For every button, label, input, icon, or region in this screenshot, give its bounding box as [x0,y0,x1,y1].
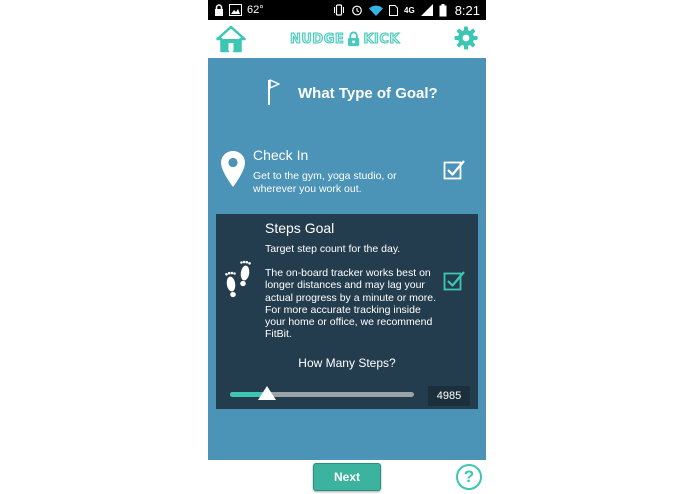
sim-icon [389,4,399,16]
help-button[interactable]: ? [456,464,482,490]
next-button[interactable]: Next [313,463,381,491]
location-pin-icon [221,151,245,187]
goal-option-steps[interactable]: Steps Goal Target step count for the day… [216,214,478,409]
app-logo: NUDGE KICK [289,29,400,49]
home-button[interactable] [216,25,246,53]
page-title: What Type of Goal? [298,85,438,102]
footprints-icon [225,260,251,298]
steps-question: How Many Steps? [298,356,396,370]
signal-icon [420,4,433,16]
settings-button[interactable] [454,26,478,50]
steps-goal-description: The on-board tracker works best on longe… [265,267,436,341]
steps-checkbox-icon[interactable] [443,269,465,291]
slider-thumb[interactable] [258,386,276,400]
goal-option-check-in[interactable]: Check In Get to the gym, yoga studio, or… [208,144,486,204]
steps-goal-title: Steps Goal [265,220,335,236]
image-icon [229,4,242,16]
status-bar-right: 4G 8:21 [333,2,480,18]
gear-icon [454,26,478,50]
check-in-checkbox-icon[interactable] [443,158,465,180]
padlock-icon [348,31,360,47]
clock: 8:21 [454,2,480,18]
title-row: What Type of Goal? [208,78,486,108]
flag-icon [268,79,280,105]
check-in-description: Get to the gym, yoga studio, or wherever… [253,170,397,195]
logo-text-right: KICK [363,31,400,47]
temperature: 62° [247,4,264,16]
main-panel: What Type of Goal? Check In Get to the g… [208,58,486,460]
network-type: 4G [404,5,415,15]
steps-slider[interactable] [230,386,414,402]
steps-goal-subtitle: Target step count for the day. [265,243,401,255]
footer: Next ? [208,460,486,494]
wifi-icon [369,5,384,16]
status-bar-left: 62° [214,2,264,18]
battery-icon [439,3,447,16]
check-in-title: Check In [253,147,309,163]
phone-screen: 62° 4G 8:21 NUDGE KICK What Type of Goal… [208,0,486,494]
logo-text-left: NUDGE [289,31,345,47]
vibrate-icon [334,4,345,16]
app-header: NUDGE KICK [208,20,486,58]
alarm-icon [352,5,362,16]
home-icon [216,25,246,53]
steps-value: 4985 [428,386,470,406]
status-bar: 62° 4G 8:21 [208,0,486,20]
lock-icon [215,4,223,16]
